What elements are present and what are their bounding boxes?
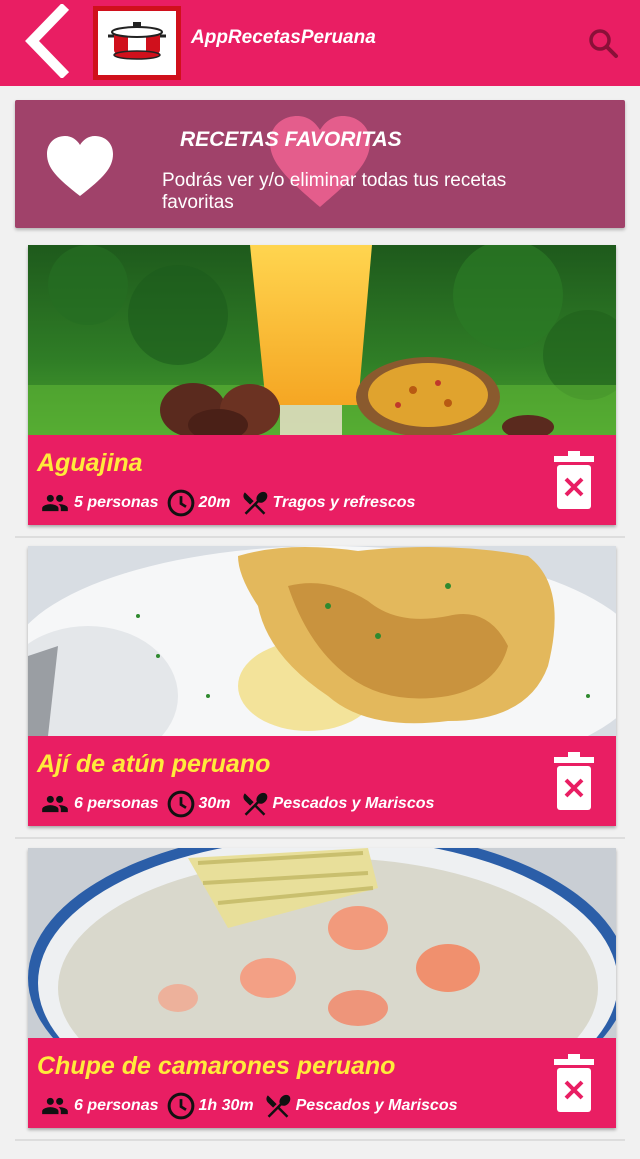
trash-icon: [554, 451, 594, 509]
search-button[interactable]: [584, 24, 624, 64]
recipe-card[interactable]: Ají de atún peruano 6 personas 30m Pesca…: [28, 546, 616, 826]
cooking-pot-icon: [108, 22, 166, 60]
recipe-people: 5 personas: [74, 494, 159, 511]
recipe-image: [28, 245, 616, 435]
people-icon: [38, 489, 72, 517]
recipe-people: 6 personas: [74, 1097, 159, 1114]
people-icon: [38, 790, 72, 818]
recipe-card[interactable]: Chupe de camarones peruano 6 personas 1h…: [28, 848, 616, 1128]
recipe-category: Tragos y refrescos: [272, 494, 416, 511]
trash-icon: [554, 752, 594, 810]
banner-description: Podrás ver y/o eliminar todas tus receta…: [162, 170, 507, 213]
recipe-category: Pescados y Mariscos: [272, 795, 435, 812]
utensils-icon: [239, 488, 271, 518]
utensils-icon: [262, 1091, 294, 1121]
recipe-title: Ají de atún peruano: [37, 750, 271, 778]
recipe-image: [28, 546, 616, 736]
recipe-meta: 5 personas 20m Tragos y refrescos: [38, 489, 423, 517]
recipe-time: 30m: [198, 795, 231, 812]
utensils-icon: [239, 789, 271, 819]
clock-icon: [166, 488, 196, 518]
recipe-card[interactable]: Aguajina 5 personas 20m Tragos y refresc…: [28, 245, 616, 525]
favorites-banner: RECETAS FAVORITAS Podrás ver y/o elimina…: [15, 100, 625, 228]
clock-icon: [166, 1091, 196, 1121]
recipe-time: 20m: [198, 494, 231, 511]
heart-icon: [47, 136, 113, 196]
search-icon: [589, 29, 618, 58]
delete-button[interactable]: [554, 1054, 594, 1112]
delete-button[interactable]: [554, 451, 594, 509]
clock-icon: [166, 789, 196, 819]
back-button[interactable]: [14, 2, 74, 80]
recipe-people: 6 personas: [74, 795, 159, 812]
app-title: AppRecetasPeruana: [191, 27, 376, 48]
banner-title: RECETAS FAVORITAS: [180, 128, 402, 151]
chevron-left-icon: [25, 2, 70, 80]
recipe-title: Aguajina: [37, 449, 143, 477]
trash-icon: [554, 1054, 594, 1112]
recipe-meta: 6 personas 1h 30m Pescados y Mariscos: [38, 1092, 466, 1120]
divider: [15, 837, 625, 839]
recipe-title: Chupe de camarones peruano: [37, 1052, 396, 1080]
divider: [15, 536, 625, 538]
app-logo: [93, 6, 181, 80]
recipe-image: [28, 848, 616, 1038]
people-icon: [38, 1092, 72, 1120]
recipe-meta: 6 personas 30m Pescados y Mariscos: [38, 790, 442, 818]
app-bar: AppRecetasPeruana: [0, 0, 640, 86]
recipe-category: Pescados y Mariscos: [295, 1097, 458, 1114]
divider: [15, 1139, 625, 1141]
delete-button[interactable]: [554, 752, 594, 810]
recipe-time: 1h 30m: [198, 1097, 254, 1114]
